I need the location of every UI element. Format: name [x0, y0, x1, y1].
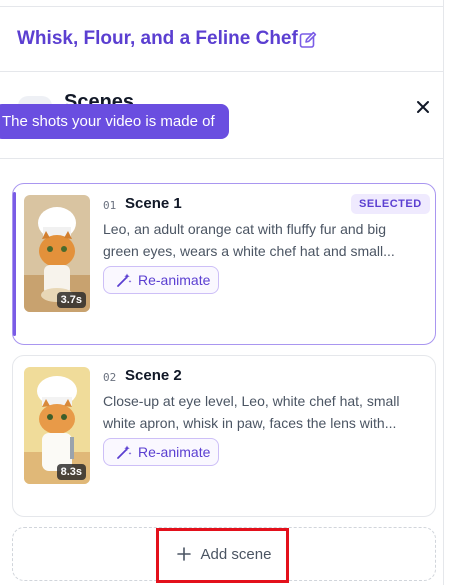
magic-wand-icon — [117, 273, 132, 287]
scene-card-2[interactable]: 8.3s 02 Scene 2 Close-up at eye level, L… — [12, 355, 436, 517]
scenes-tooltip: The shots your video is made of — [0, 104, 229, 139]
scene-description-line: Leo, an adult orange cat with fluffy fur… — [103, 221, 387, 237]
scene-description: Leo, an adult orange cat with fluffy fur… — [103, 218, 423, 262]
scene-title: Scene 2 — [125, 367, 182, 384]
scene-thumbnail[interactable]: 8.3s — [24, 367, 90, 484]
reanimate-button[interactable]: Re-animate — [103, 266, 219, 294]
panel-divider — [0, 158, 443, 159]
edit-title-icon[interactable] — [298, 30, 318, 50]
magic-wand-icon — [117, 445, 132, 459]
scene-number: 01 — [103, 199, 117, 212]
panel-right-border — [443, 0, 444, 585]
scene-description-line: Close-up at eye level, Leo, white chef h… — [103, 393, 400, 409]
selected-indicator — [13, 192, 16, 336]
duration-badge: 8.3s — [56, 464, 86, 480]
scene-thumbnail[interactable]: 3.7s — [24, 195, 90, 312]
top-divider — [0, 6, 443, 7]
close-icon[interactable] — [412, 96, 434, 118]
reanimate-label: Re-animate — [138, 444, 211, 460]
header-divider — [0, 71, 443, 72]
project-title: Whisk, Flour, and a Feline Chef — [17, 28, 298, 49]
highlight-box — [156, 528, 289, 583]
scene-number: 02 — [103, 371, 117, 384]
reanimate-button[interactable]: Re-animate — [103, 438, 219, 466]
scene-description-line: green eyes, wears a white chef hat and s… — [103, 243, 395, 259]
scene-description-line: white apron, whisk in paw, faces the len… — [103, 415, 397, 431]
selected-badge: SELECTED — [351, 194, 430, 214]
scene-description: Close-up at eye level, Leo, white chef h… — [103, 390, 423, 434]
scene-card-1[interactable]: 3.7s 01 Scene 1 SELECTED Leo, an adult o… — [12, 183, 436, 345]
duration-badge: 3.7s — [56, 292, 86, 308]
reanimate-label: Re-animate — [138, 272, 211, 288]
scene-title: Scene 1 — [125, 195, 182, 212]
